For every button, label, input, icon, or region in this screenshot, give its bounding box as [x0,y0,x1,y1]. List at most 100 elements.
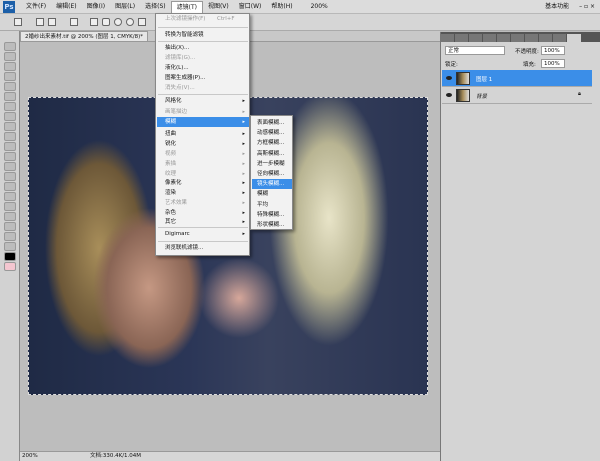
gradient-tool-icon[interactable] [4,152,16,161]
history-brush-tool-icon[interactable] [4,132,16,141]
filter-menu-item[interactable]: 风格化 ▸ [157,96,249,106]
new-selection-icon[interactable] [36,18,44,26]
layer-name[interactable]: 图层 1 [476,75,492,83]
panel-tab[interactable] [497,34,510,42]
zoom-select[interactable]: 200% [306,1,333,13]
blur-submenu-item[interactable]: 方框模糊... [252,138,292,148]
filter-menu-item[interactable]: 艺术效果 ▸ [157,198,249,208]
filter-menu-item[interactable]: Digimarc ▸ [157,229,249,239]
panel-tab[interactable] [553,34,566,42]
filter-menu-item[interactable]: 液化(L)... [157,63,249,73]
line-icon[interactable] [138,18,146,26]
marquee-tool-icon[interactable] [4,52,16,61]
filter-menu-item[interactable]: 消失点(V)... [157,83,249,93]
menu-layer[interactable]: 图层(L) [110,1,140,13]
add-selection-icon[interactable] [48,18,56,26]
rect-icon[interactable] [90,18,98,26]
filter-menu-item[interactable]: 渲染 ▸ [157,188,249,198]
panel-tab[interactable] [525,34,538,42]
layer-name[interactable]: 背景 [476,92,487,100]
blur-submenu-item[interactable]: 特殊模糊... [252,210,292,220]
menu-help[interactable]: 帮助(H) [266,1,297,13]
menu-edit[interactable]: 编辑(E) [51,1,81,13]
path-select-tool-icon[interactable] [4,202,16,211]
blur-submenu-item[interactable]: 镜头模糊... [252,179,292,190]
background-color-swatch[interactable] [4,262,16,271]
3d-tool-icon[interactable] [4,222,16,231]
filter-menu-item[interactable]: 视频 ▸ [157,149,249,159]
filter-menu-item[interactable]: 上次滤镜操作(F) Ctrl+F [157,14,249,24]
move-tool-icon[interactable] [4,42,16,51]
filter-menu-item[interactable]: 扭曲 ▸ [157,129,249,139]
layer-row[interactable]: 图层 1 [442,70,592,87]
ellipse-icon[interactable] [114,18,122,26]
blur-submenu: 表面模糊... 动感模糊... 方框模糊... 高斯模糊... 进一步模糊 径向模糊...… [250,115,293,230]
blur-tool-icon[interactable] [4,162,16,171]
stamp-tool-icon[interactable] [4,122,16,131]
blur-submenu-item[interactable]: 动感模糊... [252,128,292,138]
blur-submenu-item[interactable]: 形状模糊... [252,220,292,230]
menu-view[interactable]: 视图(V) [203,1,234,13]
foreground-color-swatch[interactable] [4,252,16,261]
filter-menu-item[interactable]: 浏览联机滤镜... [157,243,249,253]
filter-menu-item[interactable]: 其它 ▸ [157,217,249,227]
menu-window[interactable]: 窗口(W) [234,1,267,13]
blur-submenu-item[interactable]: 表面模糊... [252,118,292,128]
opacity-input[interactable]: 100% [541,46,565,55]
tool-preset-icon[interactable] [14,18,22,26]
menu-filter[interactable]: 滤镜(T) [170,0,203,13]
visibility-eye-icon[interactable] [446,93,452,97]
type-tool-icon[interactable] [4,192,16,201]
eraser-tool-icon[interactable] [4,142,16,151]
panel-tab[interactable] [511,34,524,42]
dodge-tool-icon[interactable] [4,172,16,181]
magic-wand-tool-icon[interactable] [4,72,16,81]
zoom-tool-icon[interactable] [4,242,16,251]
blend-mode-select[interactable]: 正常 [445,46,505,55]
filter-menu-item[interactable]: 转换为智能滤镜 [157,30,249,40]
filter-menu-item[interactable]: 图案生成器(P)... [157,73,249,83]
menu-file[interactable]: 文件(F) [21,1,51,13]
menu-image[interactable]: 图像(I) [82,1,110,13]
panel-tab[interactable] [455,34,468,42]
eyedropper-tool-icon[interactable] [4,92,16,101]
workspace-switcher[interactable]: 基本功能 [540,1,574,13]
blur-submenu-item[interactable]: 进一步模糊 [252,159,292,169]
rounded-rect-icon[interactable] [102,18,110,26]
blur-submenu-item[interactable]: 平均 [252,200,292,210]
blur-submenu-item[interactable]: 模糊 [252,189,292,199]
status-zoom[interactable]: 200% [22,452,38,461]
lasso-tool-icon[interactable] [4,62,16,71]
fill-input[interactable]: 100% [541,59,565,68]
panel-tab[interactable] [441,34,454,42]
healing-tool-icon[interactable] [4,102,16,111]
menu-select[interactable]: 选择(S) [140,1,171,13]
document-tab[interactable]: 2婚纱出来素材.tif @ 200% (图层 1, CMYK/8)* [20,31,149,41]
filter-menu-item[interactable]: 滤镜库(G)... [157,53,249,63]
window-controls[interactable]: – ▫ × [574,1,600,13]
filter-menu-item[interactable]: 像素化 ▸ [157,178,249,188]
shape-icon[interactable] [70,18,78,26]
filter-menu-item[interactable]: 锐化 ▸ [157,139,249,149]
filter-menu-item[interactable]: 模糊 ▸ [157,117,249,127]
menu-item-label: 滤镜库(G)... [165,55,196,61]
filter-menu-item[interactable]: 素描 ▸ [157,159,249,169]
panel-tab[interactable] [539,34,552,42]
visibility-eye-icon[interactable] [446,76,452,80]
panel-tab-layers[interactable] [567,34,581,42]
panel-tab[interactable] [483,34,496,42]
filter-menu-item[interactable]: 抽出(X)... [157,43,249,53]
hand-tool-icon[interactable] [4,232,16,241]
submenu-arrow-icon: ▸ [242,200,245,206]
crop-tool-icon[interactable] [4,82,16,91]
panel-tab[interactable] [469,34,482,42]
brush-tool-icon[interactable] [4,112,16,121]
shape-tool-icon[interactable] [4,212,16,221]
blur-submenu-item[interactable]: 径向模糊... [252,169,292,179]
layer-row[interactable]: 背景 🔒︎ [442,87,592,104]
menu-item-label: 消失点(V)... [165,85,195,91]
pen-tool-icon[interactable] [4,182,16,191]
blur-submenu-item[interactable]: 高斯模糊... [252,149,292,159]
filter-menu-item[interactable]: 画笔描边 ▸ [157,107,249,117]
polygon-icon[interactable] [126,18,134,26]
